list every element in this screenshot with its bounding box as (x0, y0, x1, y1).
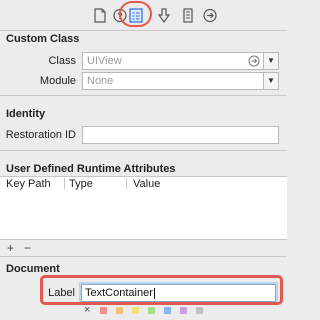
column-key-path[interactable]: Key Path (6, 177, 51, 191)
module-value: None (87, 75, 114, 87)
remove-attribute-button[interactable]: − (24, 242, 31, 254)
color-swatch-yellow[interactable] (132, 307, 139, 314)
chevron-down-icon[interactable]: ▼ (263, 53, 278, 69)
clear-color-icon[interactable]: × (84, 304, 90, 316)
inspector-toolbar: ? (0, 0, 287, 31)
identity-tab-highlight (119, 1, 152, 27)
section-divider (0, 256, 287, 257)
runtime-attributes-title: User Defined Runtime Attributes (6, 163, 176, 175)
section-divider (0, 150, 287, 151)
section-divider (0, 95, 287, 96)
class-label: Class (48, 55, 76, 67)
color-swatch-orange[interactable] (116, 307, 123, 314)
custom-class-title: Custom Class (6, 33, 80, 45)
column-separator (126, 178, 127, 189)
color-swatch-gray[interactable] (196, 307, 203, 314)
table-bottom-border (0, 239, 287, 240)
restoration-id-field[interactable] (82, 126, 279, 144)
module-combobox[interactable]: None ▼ (82, 72, 279, 90)
column-separator (64, 178, 65, 189)
restoration-id-label: Restoration ID (5, 129, 76, 141)
document-title: Document (6, 263, 60, 275)
class-value: UIView (87, 55, 122, 67)
attributes-table-header: Key Path Type Value (0, 176, 287, 192)
add-attribute-button[interactable]: + (7, 242, 14, 254)
class-combobox[interactable]: UIView ▼ (82, 52, 279, 70)
color-swatch-blue[interactable] (164, 307, 171, 314)
color-swatch-purple[interactable] (180, 307, 187, 314)
size-icon[interactable] (181, 8, 195, 23)
go-to-class-icon[interactable] (248, 55, 260, 67)
identity-title: Identity (6, 108, 46, 120)
chevron-down-icon[interactable]: ▼ (263, 73, 278, 89)
attributes-table-body[interactable] (0, 191, 287, 239)
module-label: Module (39, 75, 76, 87)
column-type[interactable]: Type (69, 177, 93, 191)
color-swatch-green[interactable] (148, 307, 155, 314)
label-highlight (40, 275, 283, 305)
connections-icon[interactable] (203, 8, 217, 23)
color-swatch-red[interactable] (100, 307, 107, 314)
file-icon[interactable] (93, 8, 107, 23)
column-value[interactable]: Value (133, 177, 160, 191)
attributes-icon[interactable] (157, 8, 171, 23)
